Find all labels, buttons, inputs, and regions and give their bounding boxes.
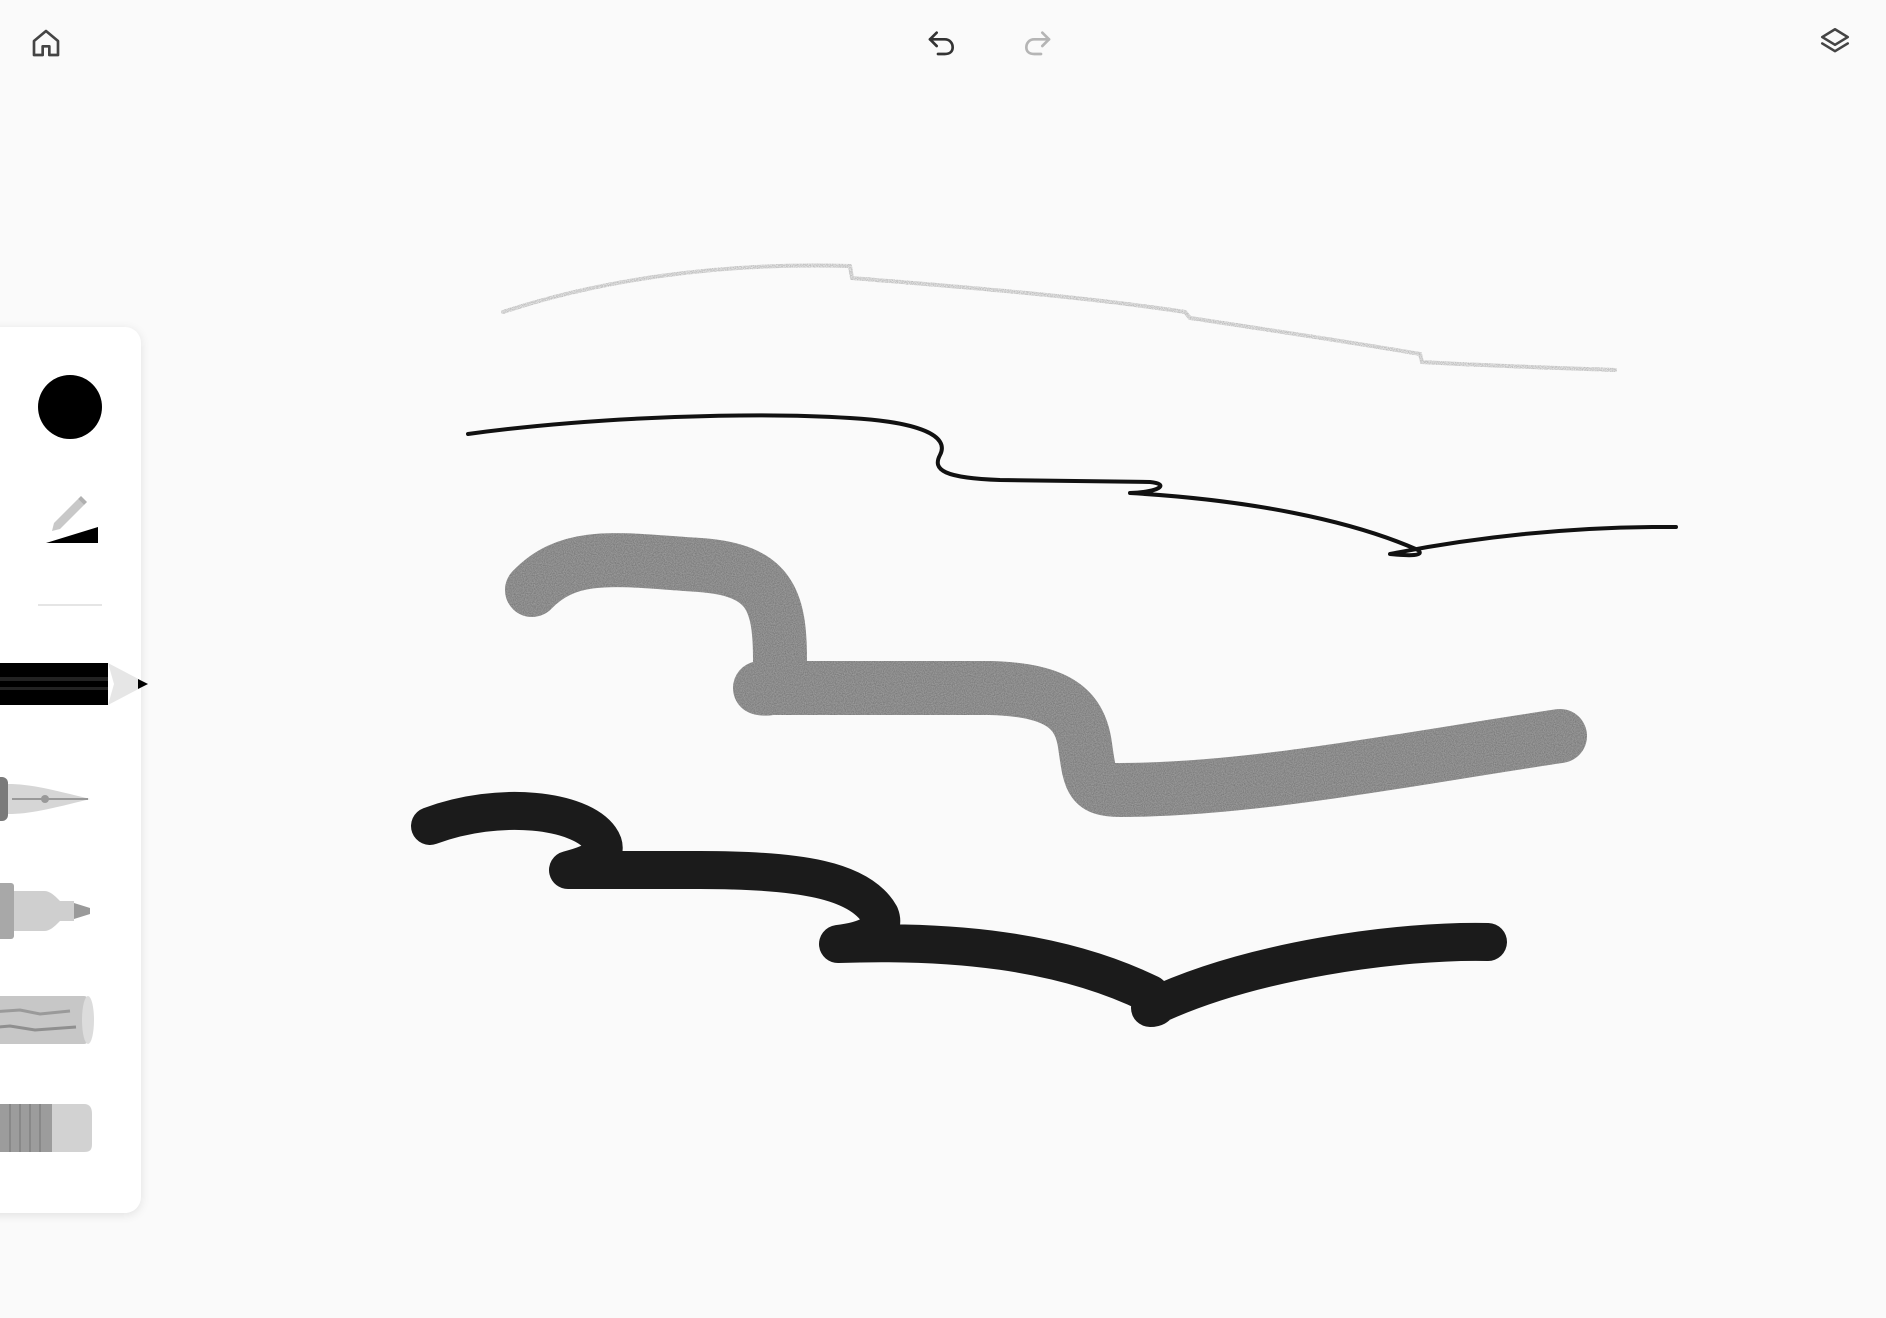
toolbar-divider [38,604,102,606]
stroke-pen [466,413,1678,558]
marker-tool[interactable] [0,881,100,941]
stroke-marker [411,791,1507,1027]
drawing-canvas[interactable] [0,0,1886,1318]
redo-icon [1024,31,1051,56]
eraser-tool[interactable] [0,1100,100,1156]
stroke-chalk [505,533,1587,817]
fountain-pen-tool[interactable] [0,774,100,824]
layers-button[interactable] [1807,14,1863,70]
layers-icon [1820,27,1850,53]
redo-button[interactable] [1009,14,1065,70]
home-button[interactable] [18,15,74,71]
undo-button[interactable] [914,14,970,70]
pencil-tool[interactable] [0,659,165,709]
home-icon [32,29,60,57]
tool-palette [0,327,148,1213]
color-swatch-black[interactable] [38,375,102,439]
stroke-pencil [501,263,1617,372]
chalk-tool[interactable] [0,992,100,1048]
pencil-size-icon[interactable] [40,487,100,547]
top-bar [0,0,1886,90]
undo-icon [928,31,955,56]
